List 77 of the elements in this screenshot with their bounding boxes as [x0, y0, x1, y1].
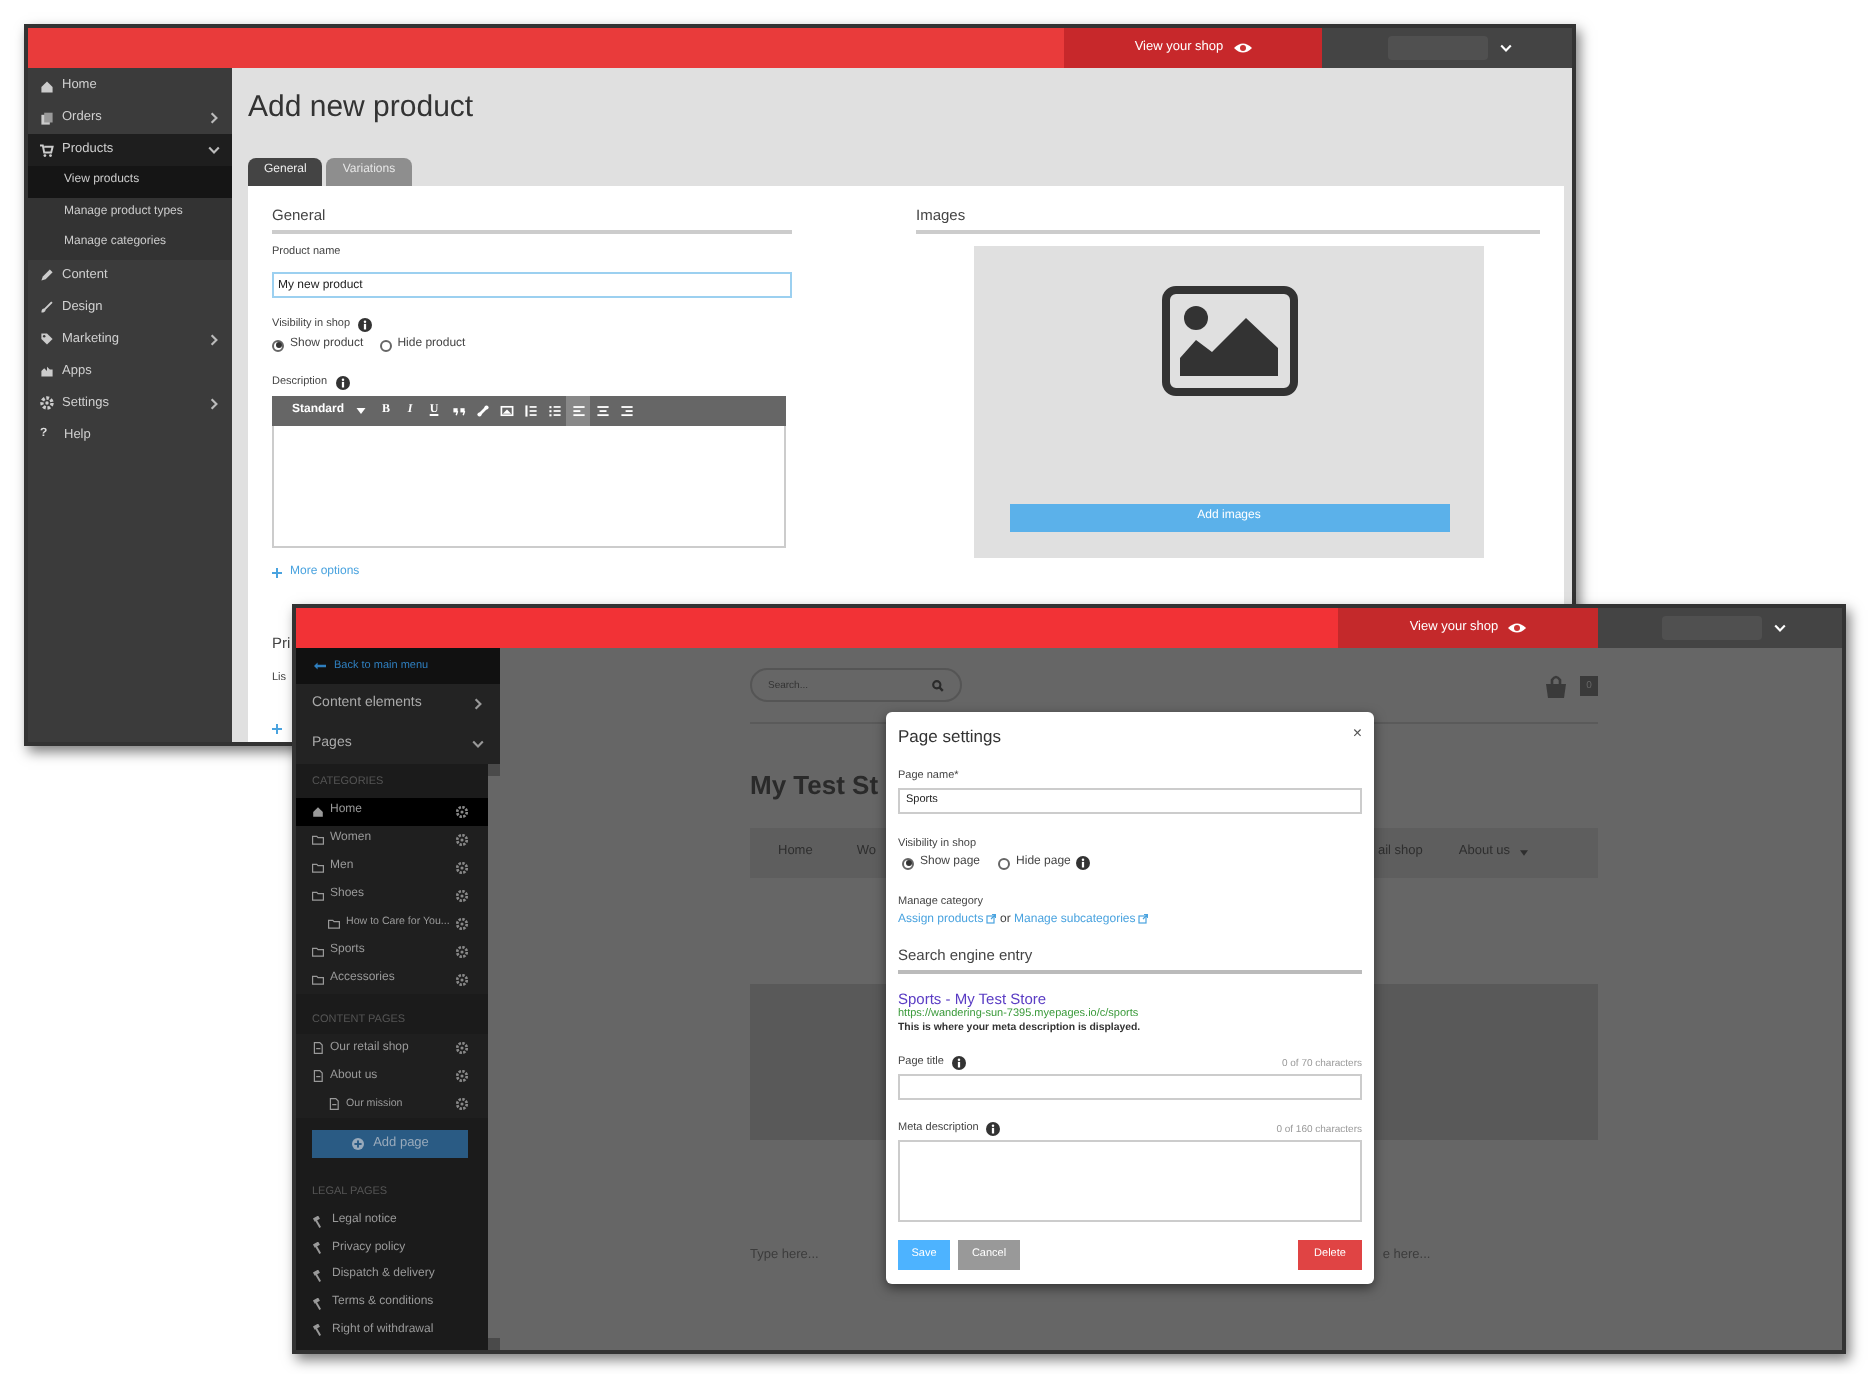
document-icon: [328, 1098, 340, 1111]
chevron-icon: [472, 738, 484, 750]
radio-button[interactable]: [272, 339, 284, 352]
page-title-field[interactable]: [898, 1074, 1362, 1101]
hammer-icon: [312, 1324, 324, 1337]
chevron-icon: [472, 698, 484, 710]
image-placeholder-icon: [1161, 286, 1297, 396]
page-title: Add new product: [248, 90, 476, 126]
home-icon: [40, 79, 54, 93]
eye-icon: [1233, 42, 1252, 54]
chevron-icon: [208, 112, 220, 124]
plus-icon[interactable]: [272, 723, 282, 734]
folder-icon: [312, 833, 324, 846]
gear-icon[interactable]: [455, 917, 468, 930]
folder-icon: [312, 973, 324, 986]
caret-icon: [1520, 849, 1529, 856]
align-center-icon: [595, 404, 610, 419]
meta-description-field[interactable]: [898, 1140, 1362, 1223]
close-button[interactable]: ×: [1352, 726, 1362, 742]
gear-icon[interactable]: [455, 889, 468, 902]
folder-icon: [312, 861, 324, 874]
brush-icon: [40, 300, 54, 314]
align-left-button[interactable]: [566, 396, 591, 427]
hammer-icon: [312, 1297, 324, 1310]
plus-circle-icon: [351, 1138, 364, 1151]
external-link-icon: [986, 914, 997, 925]
align-right-icon: [619, 404, 634, 419]
gear-icon[interactable]: [455, 973, 468, 986]
folder-icon: [312, 889, 324, 902]
shop-title: My Test St: [750, 770, 879, 802]
gear-icon[interactable]: [455, 805, 468, 818]
radio-button[interactable]: [998, 857, 1011, 870]
pencil-icon: [40, 268, 54, 282]
bullet-list-icon: [547, 404, 562, 419]
hammer-icon: [312, 1242, 324, 1255]
gear-icon[interactable]: [455, 1042, 468, 1055]
document-icon: [312, 1070, 324, 1083]
dialog-title: Page settings: [898, 726, 1002, 747]
chevron-icon: [1500, 42, 1512, 54]
gear-icon[interactable]: [455, 1070, 468, 1083]
caret-icon: [356, 408, 367, 415]
hammer-icon: [312, 1215, 324, 1228]
numbered-list-icon: [523, 404, 538, 419]
building-icon: [40, 364, 54, 378]
folder-icon: [328, 917, 340, 930]
arrow-left-icon: [314, 662, 326, 670]
info-icon: [951, 1056, 966, 1071]
info-icon: [358, 318, 373, 333]
chevron-icon: [1774, 622, 1786, 634]
image-icon: [499, 404, 514, 419]
radio-button[interactable]: [379, 339, 392, 352]
radio-button[interactable]: [902, 857, 914, 870]
gear-icon[interactable]: [455, 833, 468, 846]
gear-icon[interactable]: [455, 945, 468, 958]
quote-icon: [451, 404, 466, 419]
document-icon: [312, 1042, 324, 1055]
folder-icon: [312, 945, 324, 958]
tag-icon: [40, 332, 54, 346]
settings-icon: [40, 396, 54, 410]
eye-icon: [1508, 622, 1527, 634]
external-link-icon: [1138, 914, 1149, 925]
cart-icon: [40, 143, 54, 157]
chevron-icon: [208, 333, 220, 345]
house-icon: [312, 805, 324, 818]
gear-icon[interactable]: [455, 861, 468, 874]
chevron-icon: [208, 397, 220, 409]
chevron-icon: [208, 144, 220, 156]
info-icon: [1076, 856, 1091, 871]
documents-icon: [40, 111, 54, 125]
plus-icon: [272, 568, 282, 579]
info-icon: [986, 1122, 1001, 1137]
link-icon: [475, 404, 490, 419]
gear-icon[interactable]: [455, 1098, 468, 1111]
hammer-icon: [312, 1270, 324, 1282]
align-left-icon: [571, 404, 586, 419]
info-icon: [335, 376, 350, 391]
search-icon: [932, 679, 944, 691]
